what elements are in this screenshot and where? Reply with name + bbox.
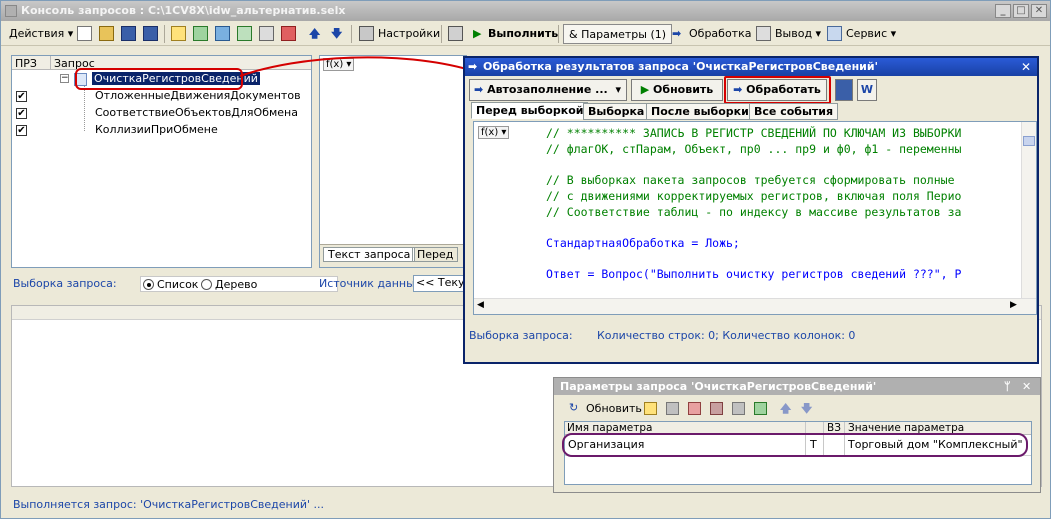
w-button[interactable]: W xyxy=(857,79,877,101)
code-line: // ********** ЗАПИСЬ В РЕГИСТР СВЕДЕНИЙ … xyxy=(546,126,962,140)
code-line: // с движениями корректируемых регистров… xyxy=(546,189,962,203)
proc-selection-info: Количество строк: 0; Количество колонок:… xyxy=(597,329,856,342)
refresh-button[interactable]: ▶ Обновить xyxy=(631,79,723,101)
tab-selection[interactable]: Выборка xyxy=(583,103,650,120)
refresh-icon: ↻ xyxy=(569,401,579,414)
processing-icon: ➡ xyxy=(468,60,478,73)
close-icon[interactable]: ✕ xyxy=(1021,58,1031,76)
move-up-icon[interactable]: 🡅 xyxy=(780,400,791,419)
params-window: Параметры запроса 'ОчисткаРегистровСведе… xyxy=(553,377,1041,493)
tab-before-selection[interactable]: Перед выборкой xyxy=(471,102,589,119)
processing-window: ➡ Обработка результатов запроса 'Очистка… xyxy=(463,56,1039,364)
proc-selection-label: Выборка запроса: xyxy=(469,329,573,342)
autofill-button[interactable]: ➡ Автозаполнение ... ▾ xyxy=(469,79,627,101)
table-param-icon[interactable] xyxy=(710,402,723,415)
code-line: Ответ = Вопрос("Выполнить очистку регист… xyxy=(546,267,962,281)
params-title: Параметры запроса 'ОчисткаРегистровСведе… xyxy=(560,380,877,393)
horizontal-scrollbar[interactable]: ◀ ▶ xyxy=(474,298,1036,314)
tab-after-selection[interactable]: После выборки xyxy=(646,103,754,120)
add-param-icon[interactable] xyxy=(644,402,657,415)
vertical-scrollbar[interactable] xyxy=(1021,122,1036,298)
move-down-icon[interactable]: 🡇 xyxy=(801,400,812,419)
tab-all-events[interactable]: Все события xyxy=(749,103,839,120)
param-row-highlight xyxy=(562,433,1028,457)
code-line: // Соответствие таблиц - по индексу в ма… xyxy=(546,205,962,219)
pin-icon[interactable]: ᛘ xyxy=(1004,378,1011,395)
params-refresh-button[interactable]: Обновить xyxy=(586,402,642,415)
params-title-bar: Параметры запроса 'ОчисткаРегистровСведе… xyxy=(554,378,1040,395)
processing-title-bar: ➡ Обработка результатов запроса 'Очистка… xyxy=(465,58,1037,76)
copy-param-icon[interactable] xyxy=(666,402,679,415)
code-line: // флагОК, стПарам, Объект, пр0 ... пр9 … xyxy=(546,142,962,156)
processing-title: Обработка результатов запроса 'ОчисткаРе… xyxy=(483,60,878,73)
fill-param-icon[interactable] xyxy=(754,402,767,415)
code-editor[interactable]: f(x) ▾ // ********** ЗАПИСЬ В РЕГИСТР СВ… xyxy=(473,121,1037,315)
process-highlight xyxy=(724,76,831,104)
delete-param-icon[interactable] xyxy=(688,402,701,415)
close-icon[interactable]: ✕ xyxy=(1022,378,1031,395)
code-line: СтандартнаяОбработка = Ложь; xyxy=(546,236,740,250)
clear-param-icon[interactable] xyxy=(732,402,745,415)
fx-button[interactable]: f(x) ▾ xyxy=(478,126,510,139)
code-line: // В выборках пакета запросов требуется … xyxy=(546,173,955,187)
save-icon[interactable] xyxy=(835,79,853,101)
